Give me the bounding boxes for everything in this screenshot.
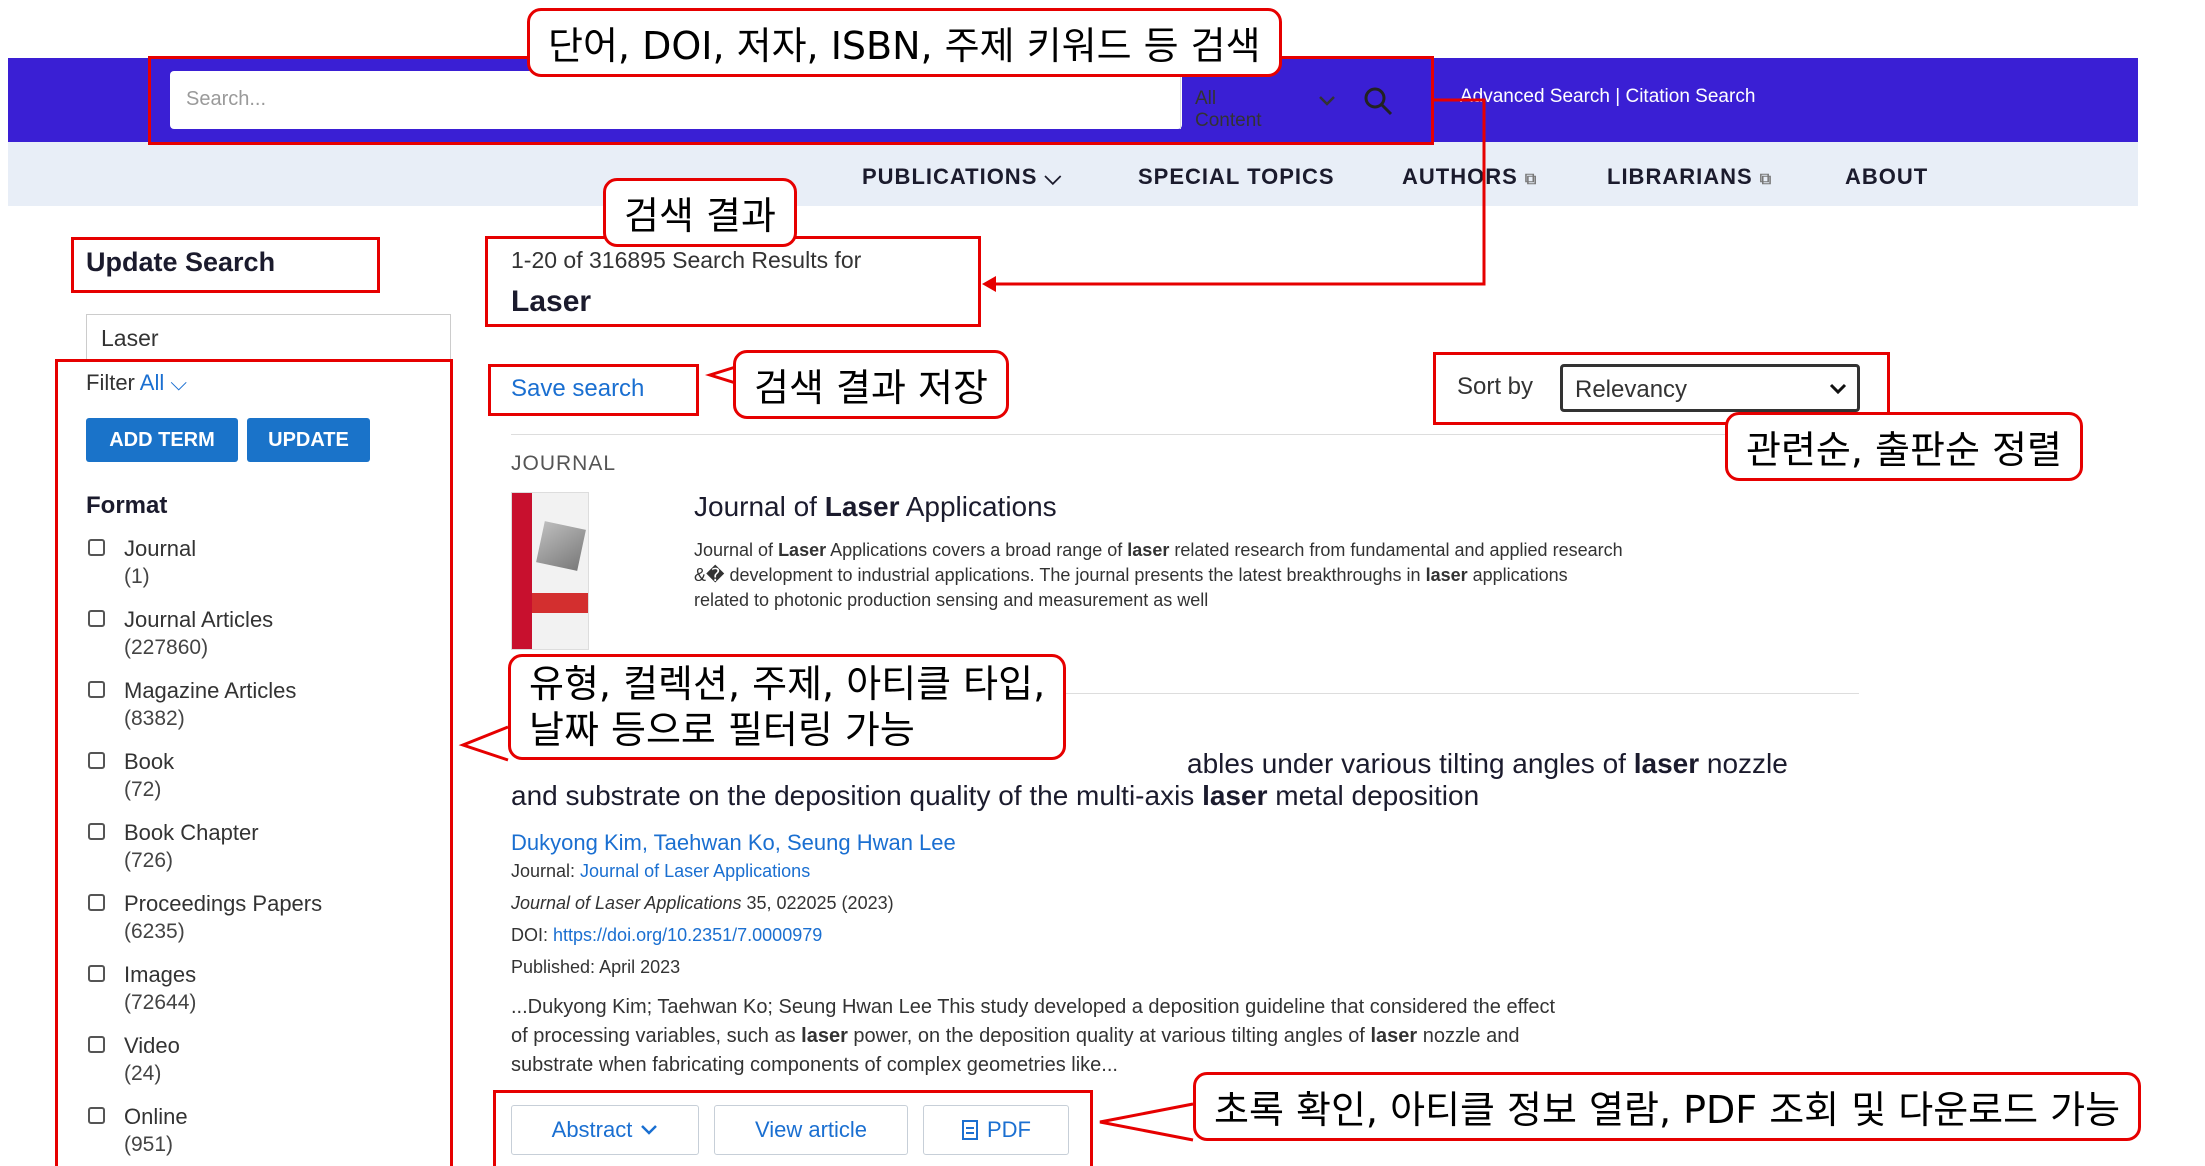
callout-filters: 유형, 컬렉션, 주제, 아티클 타입, 날짜 등으로 필터링 가능 xyxy=(508,654,1067,760)
annotation-connectors xyxy=(458,98,1486,1142)
callout-sort: 관련순, 출판순 정렬 xyxy=(1725,412,2083,481)
callout-actions: 초록 확인, 아티클 정보 열람, PDF 조회 및 다운로드 가능 xyxy=(1193,1072,2142,1141)
callout-search: 단어, DOI, 저자, ISBN, 주제 키워드 등 검색 xyxy=(527,8,1282,77)
callout-save: 검색 결과 저장 xyxy=(733,350,1009,419)
callout-results: 검색 결과 xyxy=(603,178,797,247)
